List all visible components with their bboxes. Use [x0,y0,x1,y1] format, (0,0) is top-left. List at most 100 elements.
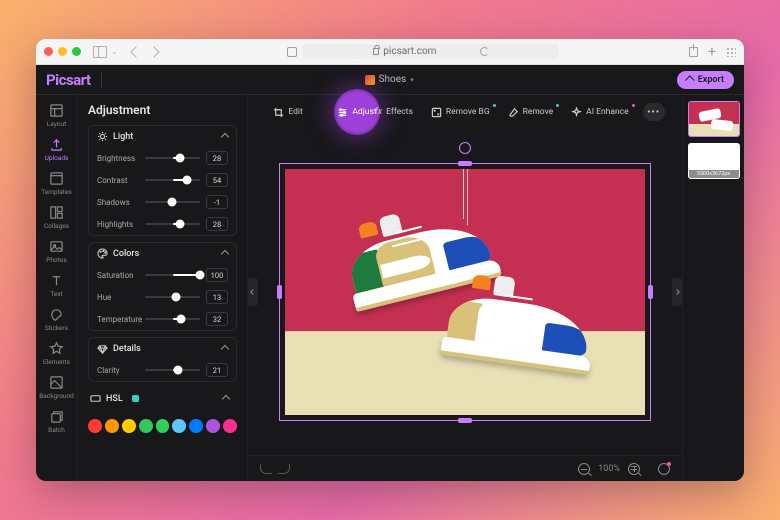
zoom-in-button[interactable] [628,463,640,475]
group-colors-header[interactable]: Colors [89,243,236,264]
rail-item-background[interactable]: Background [36,371,78,403]
slider-highlights: Highlights 28 [89,213,236,235]
hsl-swatch[interactable] [189,419,203,433]
hsl-swatch[interactable] [105,419,119,433]
redo-button[interactable] [278,464,290,474]
toolbar-removebg[interactable]: Remove BG [423,103,498,122]
resize-handle-n[interactable] [458,161,472,166]
hsl-swatch[interactable] [139,419,153,433]
zoom-level[interactable]: 100% [598,464,620,474]
hue-value[interactable]: 13 [206,290,228,304]
templates-icon [49,170,65,186]
chevron-up-icon [221,249,229,257]
layer-thumb-canvas[interactable]: 5500x3672px [688,143,740,179]
shadows-slider[interactable] [145,201,200,203]
undo-button[interactable] [260,464,272,474]
clarity-slider[interactable] [145,369,200,371]
canvas-page[interactable] [285,169,645,415]
resize-handle-e[interactable] [648,285,653,299]
collapse-right-panel[interactable] [672,278,682,306]
canvas-settings-button[interactable] [658,463,670,475]
hsl-swatch[interactable] [172,419,186,433]
rail-item-stickers[interactable]: Stickers [36,303,78,335]
sparkle-icon [571,107,582,118]
saturation-slider[interactable] [145,274,200,276]
toolbar-edit[interactable]: Edit [265,103,310,122]
group-light-header[interactable]: Light [89,126,236,147]
privacy-shield-icon[interactable] [287,47,297,57]
minimize-window[interactable] [58,47,67,56]
window-controls [44,47,81,56]
slider-saturation: Saturation 100 [89,264,236,286]
rail-item-layout[interactable]: Layout [36,99,78,131]
toolbar-more[interactable]: ••• [643,103,665,121]
export-button[interactable]: Export [677,71,734,89]
hsl-swatch[interactable] [156,419,170,433]
rotate-handle[interactable] [459,142,471,154]
text-icon [49,272,65,288]
project-name[interactable]: Shoes ▾ [112,74,667,85]
close-window[interactable] [44,47,53,56]
brightness-value[interactable]: 28 [206,151,228,165]
shadows-value[interactable]: -1 [206,195,228,209]
rail-item-photos[interactable]: Photos [36,235,78,267]
brightness-slider[interactable] [145,157,200,159]
rail-item-elements[interactable]: Elements [36,337,78,369]
resize-handle-s[interactable] [458,418,472,423]
zoom-controls: 100% [578,463,670,475]
temperature-slider[interactable] [145,318,200,320]
saturation-value[interactable]: 100 [206,268,228,282]
layer-thumb-image[interactable] [688,101,740,137]
toolbar-remove[interactable]: Remove [500,103,562,122]
contrast-slider[interactable] [145,179,200,181]
notification-dot [667,462,671,466]
back-button[interactable] [130,46,141,57]
temperature-value[interactable]: 32 [206,312,228,326]
rail-item-batch[interactable]: Batch [36,405,78,437]
share-icon[interactable] [689,47,698,57]
upload-icon [685,75,695,85]
group-hsl-header[interactable]: HSL [88,388,237,409]
hsl-swatch[interactable] [223,419,237,433]
layout-icon [49,102,65,118]
batch-icon [49,408,65,424]
highlights-slider[interactable] [145,223,200,225]
zoom-out-button[interactable] [578,463,590,475]
clarity-value[interactable]: 21 [206,363,228,377]
chevron-down-icon[interactable]: ⌄ [111,47,118,56]
group-details-header[interactable]: Details [89,338,236,359]
chevron-up-icon [221,344,229,352]
context-toolbar: Edit Adjust fx Effects [248,95,682,129]
hsl-swatch[interactable] [122,419,136,433]
hue-slider[interactable] [145,296,200,298]
new-tab-icon[interactable]: + [708,45,716,59]
sidebar-toggle-icon[interactable] [93,46,107,58]
browser-window: ⌄ picsart.com + Picsart [36,39,744,481]
reload-icon[interactable] [480,47,489,56]
zoom-window[interactable] [72,47,81,56]
canvas[interactable] [248,129,682,455]
forward-button[interactable] [148,46,159,57]
diamond-icon [97,343,108,354]
highlights-value[interactable]: 28 [206,217,228,231]
project-thumb-icon [365,75,375,85]
rail-item-templates[interactable]: Templates [36,167,78,199]
resize-handle-w[interactable] [277,285,282,299]
browser-toolbar: ⌄ picsart.com + [36,39,744,65]
toolbar-effects[interactable]: fx Effects [367,103,421,121]
rail-item-text[interactable]: Text [36,269,78,301]
tab-overview-icon[interactable] [726,47,736,57]
rail-item-collages[interactable]: Collages [36,201,78,233]
chevron-down-icon: ▾ [410,76,414,84]
slider-brightness: Brightness 28 [89,147,236,169]
contrast-value[interactable]: 54 [206,173,228,187]
rail-item-uploads[interactable]: Uploads [36,133,78,165]
toolbar-ai-enhance[interactable]: AI Enhance [563,103,636,122]
hsl-swatch[interactable] [206,419,220,433]
app-logo[interactable]: Picsart [46,71,91,89]
fx-icon: fx [375,107,382,117]
collapse-left-panel[interactable] [248,278,258,306]
sun-icon [97,131,108,142]
address-bar[interactable]: picsart.com [303,44,559,59]
hsl-swatch[interactable] [88,419,102,433]
